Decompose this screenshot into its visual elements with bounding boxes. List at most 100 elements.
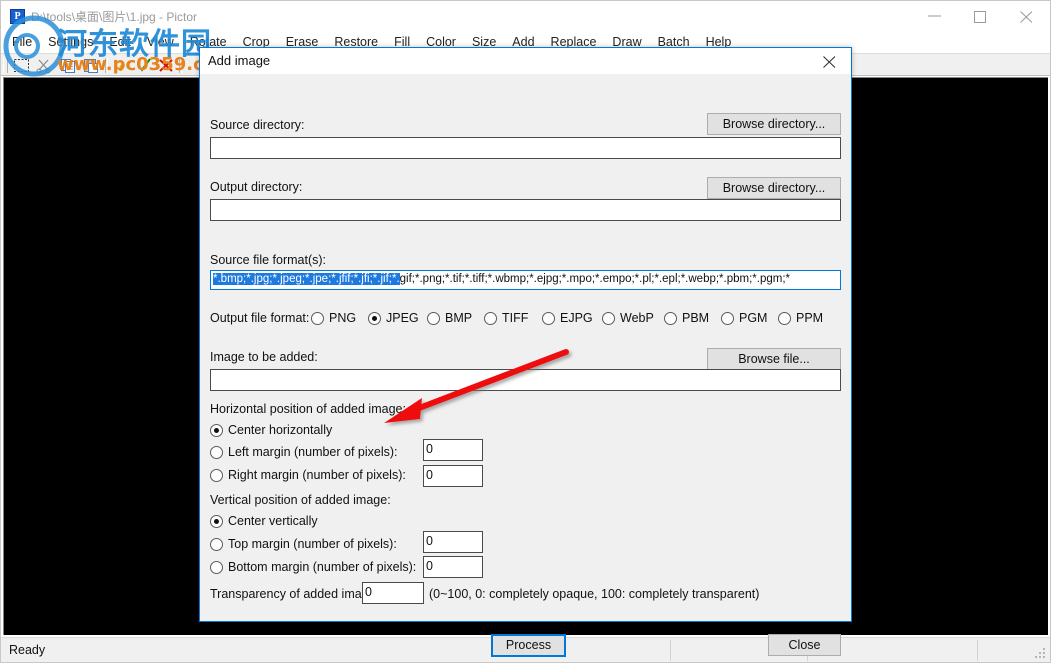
radio-bottom-margin[interactable]: Bottom margin (number of pixels): [210,560,416,575]
radio-label: PPM [796,311,824,325]
help-question-icon[interactable]: ? [113,57,131,75]
radio-dot [210,538,223,551]
cancel-cross-icon[interactable] [157,57,175,74]
browse-source-directory-button[interactable]: Browse directory... [707,113,841,135]
radio-top-margin[interactable]: Top margin (number of pixels): [210,537,397,552]
menu-item-view[interactable]: View [139,31,182,53]
radio-label: EJPG [560,311,593,325]
browse-output-directory-button[interactable]: Browse directory... [707,177,841,199]
top-margin-input[interactable]: 0 [423,531,483,553]
radio-dot [210,424,223,437]
minimize-button[interactable] [913,1,958,31]
horizontal-position-label: Horizontal position of added image: [210,402,406,416]
maximize-icon [974,11,986,23]
bottom-margin-input[interactable]: 0 [423,556,483,578]
toolbar-grip[interactable] [3,57,8,73]
radio-format-jpeg[interactable]: JPEG [368,311,419,326]
radio-dot [664,312,677,325]
radio-label: PNG [329,311,357,325]
confirm-check-icon[interactable] [135,57,153,74]
source-formats-rest-text: gif;*.png;*.tif;*.tiff;*.wbmp;*.ejpg;*.m… [399,273,791,285]
radio-format-ppm[interactable]: PPM [778,311,823,326]
right-margin-input[interactable]: 0 [423,465,483,487]
radio-dot [427,312,440,325]
dialog-title-bar: Add image [200,48,851,74]
radio-dot [778,312,791,325]
add-image-dialog: Add image Source directory: Browse direc… [199,47,852,657]
radio-right-margin[interactable]: Right margin (number of pixels): [210,468,406,483]
transparency-input[interactable]: 0 [362,582,424,604]
dialog-title: Add image [208,53,271,68]
radio-label: JPEG [386,311,419,325]
radio-label: Center vertically [228,514,318,528]
radio-label: WebP [620,311,654,325]
radio-label: TIFF [502,311,529,325]
radio-label: Right margin (number of pixels): [228,468,406,482]
copy-icon[interactable] [59,57,77,74]
source-directory-input[interactable] [210,137,841,159]
dialog-body: Source directory: Browse directory... Ou… [200,74,851,657]
radio-format-pgm[interactable]: PGM [721,311,767,326]
radio-dot [311,312,324,325]
radio-format-pbm[interactable]: PBM [664,311,709,326]
cut-scissors-icon[interactable] [35,57,53,74]
image-to-add-label: Image to be added: [210,350,318,364]
process-button[interactable]: Process [491,634,566,657]
output-directory-label: Output directory: [210,180,303,194]
source-directory-label: Source directory: [210,118,305,132]
svg-text:?: ? [117,59,125,74]
minimize-icon [928,15,941,17]
radio-label: PBM [682,311,710,325]
output-directory-input[interactable] [210,199,841,221]
radio-label: Left margin (number of pixels): [228,445,398,459]
source-formats-input[interactable]: *.bmp;*.jpg;*.jpeg;*.jpe;*.jfif;*.jfi;*.… [210,270,841,290]
left-margin-input[interactable]: 0 [423,439,483,461]
select-rectangle-icon[interactable] [13,57,31,74]
radio-label: Bottom margin (number of pixels): [228,560,417,574]
radio-dot [210,446,223,459]
radio-dot [484,312,497,325]
window-title: D:\tools\桌面\图片\1.jpg - Pictor [31,10,198,24]
status-message: Ready [9,643,46,657]
radio-dot [210,469,223,482]
resize-grip[interactable] [1035,648,1047,660]
radio-dot [368,312,381,325]
close-dialog-button[interactable]: Close [768,634,841,656]
app-icon: P [10,9,25,24]
radio-label: Center horizontally [228,423,333,437]
menu-item-file[interactable]: File [4,31,40,53]
status-divider-1 [670,640,671,661]
radio-label: Top margin (number of pixels): [228,537,397,551]
radio-dot [210,561,223,574]
menu-item-edit[interactable]: Edit [101,31,139,53]
radio-dot [210,515,223,528]
radio-dot [602,312,615,325]
transparency-label: Transparency of added image: [210,587,380,601]
radio-label: BMP [445,311,473,325]
close-icon [1020,11,1033,23]
close-window-button[interactable] [1005,1,1050,31]
radio-format-tiff[interactable]: TIFF [484,311,528,326]
radio-format-ejpg[interactable]: EJPG [542,311,593,326]
radio-dot [542,312,555,325]
maximize-button[interactable] [959,1,1004,31]
radio-center-vertically[interactable]: Center vertically [210,514,318,529]
dialog-close-button[interactable] [809,48,851,74]
menu-item-settings[interactable]: Settings [40,31,101,53]
radio-left-margin[interactable]: Left margin (number of pixels): [210,445,398,460]
radio-format-webp[interactable]: WebP [602,311,654,326]
browse-file-button[interactable]: Browse file... [707,348,841,370]
toolbar-separator-2 [179,58,182,73]
transparency-hint: (0~100, 0: completely opaque, 100: compl… [429,587,760,601]
radio-dot [721,312,734,325]
radio-center-horizontally[interactable]: Center horizontally [210,423,332,438]
toolbar-separator [105,58,108,73]
radio-label: PGM [739,311,768,325]
title-bar: P D:\tools\桌面\图片\1.jpg - Pictor [1,1,1050,31]
image-to-add-input[interactable] [210,369,841,391]
radio-format-bmp[interactable]: BMP [427,311,472,326]
close-icon [823,56,836,68]
radio-format-png[interactable]: PNG [311,311,356,326]
paste-icon[interactable] [82,57,100,74]
output-format-label: Output file format: [210,311,310,325]
